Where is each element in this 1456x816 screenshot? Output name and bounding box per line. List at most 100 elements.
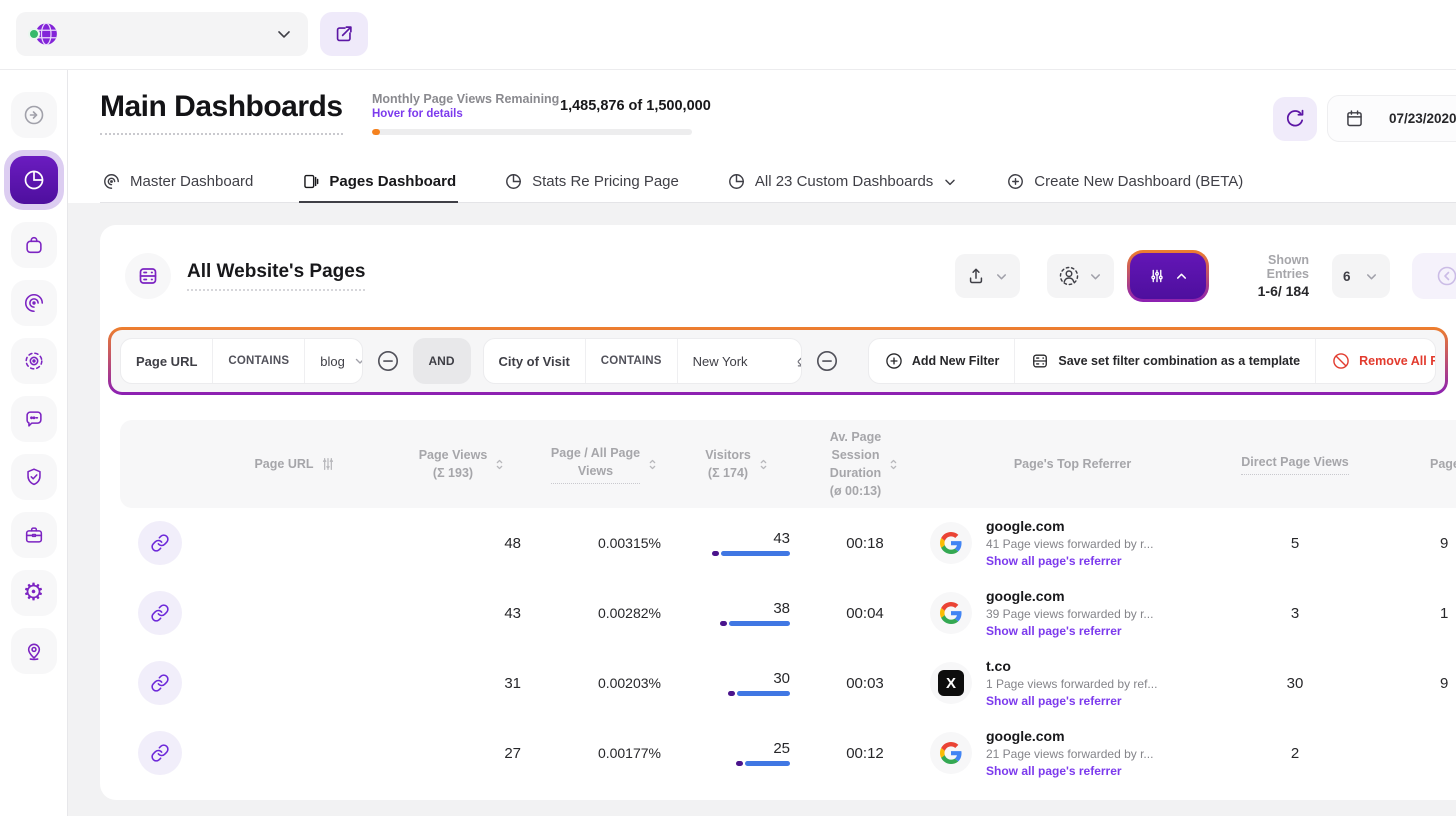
partial-cell: 9	[1375, 675, 1456, 692]
prohibition-icon	[1331, 351, 1351, 371]
filter-2-operator[interactable]: CONTAINS	[586, 339, 678, 383]
show-all-referrer-link[interactable]: Show all page's referrer	[986, 554, 1153, 568]
filter-field-label: City of Visit	[499, 354, 570, 369]
table-row[interactable]: 27 0.00177% 25 00:12 google.com 21 Page …	[120, 718, 1456, 788]
remove-filter-1-button[interactable]	[375, 348, 401, 374]
sidebar-item-recordings[interactable]	[11, 338, 57, 384]
filter-logic-pill[interactable]: AND	[413, 338, 471, 384]
bag-icon	[23, 234, 45, 256]
filter-2-field[interactable]: City of Visit	[484, 339, 586, 383]
shown-entries-label: Shown Entries	[1223, 253, 1309, 281]
show-all-referrer-link[interactable]: Show all page's referrer	[986, 694, 1157, 708]
filter-value-label: New York	[693, 354, 748, 369]
sidebar-item-workspace[interactable]	[11, 512, 57, 558]
minus-circle-icon	[375, 348, 401, 374]
col-page-url[interactable]: Page URL	[200, 455, 390, 473]
tab-stats-re-pricing[interactable]: Stats Re Pricing Page	[502, 155, 681, 202]
chevron-down-icon	[1364, 269, 1379, 284]
col-partial: Page's	[1375, 455, 1456, 473]
sidebar-item-feedback[interactable]	[11, 396, 57, 442]
date-range-picker[interactable]: 07/23/2020	[1327, 95, 1456, 142]
visitors-bar	[712, 551, 790, 556]
sort-icon[interactable]	[887, 458, 900, 471]
tab-label: Pages Dashboard	[329, 173, 456, 190]
sidebar-item-enter[interactable]	[11, 92, 57, 138]
arrow-left-circle-icon	[1435, 264, 1456, 288]
filter-1-operator[interactable]: CONTAINS	[213, 339, 305, 383]
sidebar-item-locations[interactable]	[11, 628, 57, 674]
card-actions: Shown Entries 1-6/ 184 6	[955, 250, 1456, 302]
filter-2-value[interactable]: New York	[678, 339, 802, 383]
sort-icon[interactable]	[757, 458, 770, 471]
website-selector[interactable]	[16, 12, 308, 56]
table-row[interactable]: 43 0.00282% 38 00:04 google.com 39 Page …	[120, 578, 1456, 648]
col-label: Page's	[1430, 455, 1456, 473]
segments-button[interactable]	[1047, 254, 1114, 298]
quota-progress-fill	[372, 129, 380, 135]
tab-create-new-dashboard[interactable]: Create New Dashboard (BETA)	[1004, 155, 1245, 202]
visitors-value: 38	[675, 600, 790, 617]
visitors-value: 30	[675, 670, 790, 687]
save-filter-template-button[interactable]: Save set filter combination as a templat…	[1015, 339, 1316, 383]
sort-icon[interactable]	[493, 458, 506, 471]
visitors-value: 43	[675, 530, 790, 547]
page-size-select[interactable]: 6	[1332, 254, 1390, 298]
page-all-views-cell: 0.00177%	[535, 745, 675, 761]
sidebar-item-privacy[interactable]	[11, 454, 57, 500]
table-widget-icon-wrap	[125, 253, 171, 299]
filter-1-value[interactable]: blog	[305, 339, 362, 383]
sidebar-item-dashboards[interactable]	[4, 150, 64, 210]
filterbar: Page URL CONTAINS blog AND Cit	[111, 330, 1445, 392]
topbar	[0, 0, 1456, 70]
col-label: Direct Page Views	[1241, 453, 1348, 475]
page-all-views-cell: 0.00315%	[535, 535, 675, 551]
mini-sliders-icon[interactable]	[320, 456, 336, 472]
page-link-icon[interactable]	[138, 731, 182, 775]
tab-label: Create New Dashboard (BETA)	[1034, 173, 1243, 190]
visitors-cell: 30	[675, 670, 800, 696]
open-website-button[interactable]	[320, 12, 368, 56]
show-all-referrer-link[interactable]: Show all page's referrer	[986, 764, 1153, 778]
page-link-icon[interactable]	[138, 661, 182, 705]
col-page-all-views[interactable]: Page / All PageViews	[535, 444, 675, 484]
calendar-icon	[1344, 108, 1365, 129]
person-icon	[1058, 265, 1080, 287]
show-all-referrer-link[interactable]: Show all page's referrer	[986, 624, 1153, 638]
export-button[interactable]	[955, 254, 1020, 298]
tab-custom-dashboards[interactable]: All 23 Custom Dashboards	[725, 155, 960, 202]
remove-filter-2-button[interactable]	[814, 348, 840, 374]
col-page-views[interactable]: Page Views(Σ 193)	[390, 446, 535, 482]
remove-all-filters-button[interactable]: Remove All Filters	[1316, 339, 1436, 383]
status-dot-icon	[28, 28, 40, 40]
visitors-bar	[728, 691, 790, 696]
filters-toggle-button[interactable]	[1130, 253, 1206, 299]
table-row[interactable]: 31 0.00203% 30 00:03 X t.co 1 Page views…	[120, 648, 1456, 718]
swirl-icon	[102, 172, 121, 191]
eraser-icon[interactable]	[794, 352, 802, 371]
website-globe-icon	[30, 19, 60, 49]
page-link-icon[interactable]	[138, 521, 182, 565]
tab-master-dashboard[interactable]: Master Dashboard	[100, 155, 255, 202]
visitors-value: 25	[675, 740, 790, 757]
tab-pages-dashboard[interactable]: Pages Dashboard	[299, 155, 458, 202]
page-all-views-cell: 0.00282%	[535, 605, 675, 621]
col-label: Page URL	[254, 455, 313, 473]
collapse-widget-button[interactable]	[1412, 253, 1456, 299]
col-session-duration[interactable]: Av. PageSessionDuration(ø 00:13)	[800, 428, 930, 501]
duration-cell: 00:04	[800, 605, 930, 622]
col-visitors[interactable]: Visitors(Σ 174)	[675, 446, 800, 482]
filter-1-field[interactable]: Page URL	[121, 339, 213, 383]
external-link-icon	[333, 23, 355, 45]
table-row[interactable]: 48 0.00315% 43 00:18 google.com 41 Page …	[120, 508, 1456, 578]
sidebar-item-behaviour[interactable]	[11, 280, 57, 326]
refresh-button[interactable]	[1273, 97, 1317, 141]
col-direct-page-views[interactable]: Direct Page Views	[1215, 453, 1375, 475]
page-link-icon[interactable]	[138, 591, 182, 635]
add-new-filter-button[interactable]: Add New Filter	[869, 339, 1016, 383]
google-icon	[930, 522, 972, 564]
sidebar-item-settings[interactable]: ⚙	[11, 570, 57, 616]
sidebar-item-ecommerce[interactable]	[11, 222, 57, 268]
map-pin-icon	[23, 640, 45, 662]
sort-icon[interactable]	[646, 458, 659, 471]
card-header: All Website's Pages	[100, 225, 1456, 302]
